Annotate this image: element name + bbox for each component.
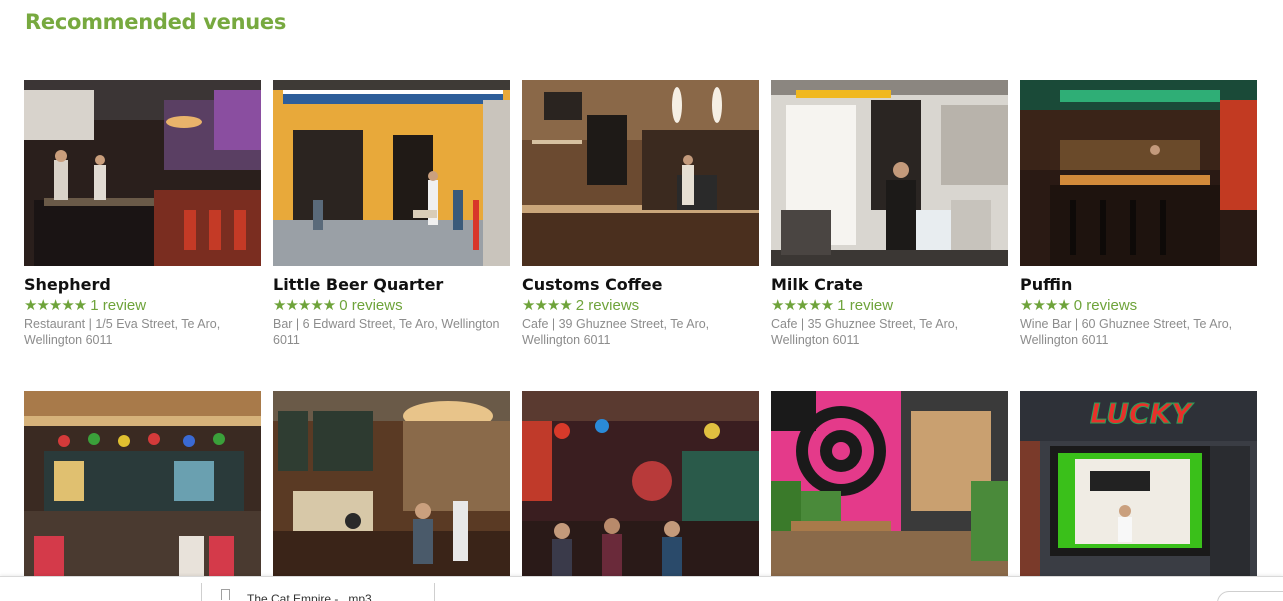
venue-card-little-beer-quarter[interactable]: Little Beer Quarter ★★★★★ 0 reviews Bar |… (273, 80, 510, 348)
venue-card[interactable]: LUCKY (1020, 391, 1257, 577)
venue-photo-puffin[interactable] (1020, 80, 1257, 266)
star-rating-icons: ★★★★ (1020, 297, 1071, 314)
star-rating-icons: ★★★★★ (771, 297, 834, 314)
venue-photo[interactable] (273, 391, 510, 577)
venue-rating: ★★★★★ 1 review (771, 297, 1008, 315)
venue-card-shepherd[interactable]: Shepherd ★★★★★ 1 review Restaurant | 1/5 … (24, 80, 261, 348)
venue-photo-little-beer-quarter[interactable] (273, 80, 510, 266)
venue-photo-milk-crate[interactable] (771, 80, 1008, 266)
venue-rating: ★★★★ 2 reviews (522, 297, 759, 315)
venue-row-1: Shepherd ★★★★★ 1 review Restaurant | 1/5 … (24, 80, 1257, 348)
download-item-name[interactable]: The Cat Empire -...mp3 (247, 592, 372, 601)
review-count-link[interactable]: 0 reviews (339, 297, 402, 314)
lucky-sign-text: LUCKY (1090, 397, 1194, 430)
venue-meta: Restaurant | 1/5 Eva Street, Te Aro, Wel… (24, 317, 221, 347)
venue-photo-shepherd[interactable] (24, 80, 261, 266)
venue-name[interactable]: Puffin (1020, 275, 1257, 295)
star-rating-icons: ★★★★★ (24, 297, 87, 314)
section-title: Recommended venues (25, 10, 287, 34)
venue-photo[interactable] (771, 391, 1008, 577)
venue-grid: Shepherd ★★★★★ 1 review Restaurant | 1/5 … (24, 80, 1257, 577)
venue-row-2: LUCKY (24, 391, 1257, 577)
venue-card[interactable] (273, 391, 510, 577)
venue-card-milk-crate[interactable]: Milk Crate ★★★★★ 1 review Cafe | 35 Ghuzn… (771, 80, 1008, 348)
venue-rating: ★★★★ 0 reviews (1020, 297, 1257, 315)
divider (201, 583, 202, 601)
file-icon (221, 589, 230, 600)
review-count-link[interactable]: 2 reviews (576, 297, 639, 314)
download-bar: The Cat Empire -...mp3 (0, 576, 1283, 601)
page: Recommended venues Shepherd ★★★★★ 1 revi… (0, 0, 1283, 601)
venue-photo[interactable] (24, 391, 261, 577)
review-count-link[interactable]: 1 review (837, 297, 893, 314)
venue-rating: ★★★★★ 0 reviews (273, 297, 510, 315)
venue-card[interactable] (24, 391, 261, 577)
venue-meta: Bar | 6 Edward Street, Te Aro, Wellingto… (273, 317, 500, 347)
show-all-button[interactable] (1217, 591, 1283, 601)
venue-meta: Cafe | 35 Ghuznee Street, Te Aro, Wellin… (771, 317, 959, 347)
venue-card-puffin[interactable]: Puffin ★★★★ 0 reviews Wine Bar | 60 Ghuzn… (1020, 80, 1257, 348)
venue-card[interactable] (771, 391, 1008, 577)
star-rating-icons: ★★★★★ (273, 297, 336, 314)
venue-name[interactable]: Customs Coffee (522, 275, 759, 295)
venue-photo[interactable] (522, 391, 759, 577)
venue-rating: ★★★★★ 1 review (24, 297, 261, 315)
venue-name[interactable]: Little Beer Quarter (273, 275, 510, 295)
venue-card-customs-coffee[interactable]: Customs Coffee ★★★★ 2 reviews Cafe | 39 G… (522, 80, 759, 348)
divider (434, 583, 435, 601)
review-count-link[interactable]: 1 review (90, 297, 146, 314)
venue-name[interactable]: Shepherd (24, 275, 261, 295)
review-count-link[interactable]: 0 reviews (1074, 297, 1137, 314)
venue-photo-customs-coffee[interactable] (522, 80, 759, 266)
venue-name[interactable]: Milk Crate (771, 275, 1008, 295)
venue-meta: Cafe | 39 Ghuznee Street, Te Aro, Wellin… (522, 317, 710, 347)
venue-card[interactable] (522, 391, 759, 577)
venue-meta: Wine Bar | 60 Ghuznee Street, Te Aro, We… (1020, 317, 1233, 347)
venue-photo[interactable]: LUCKY (1020, 391, 1257, 577)
star-rating-icons: ★★★★ (522, 297, 573, 314)
